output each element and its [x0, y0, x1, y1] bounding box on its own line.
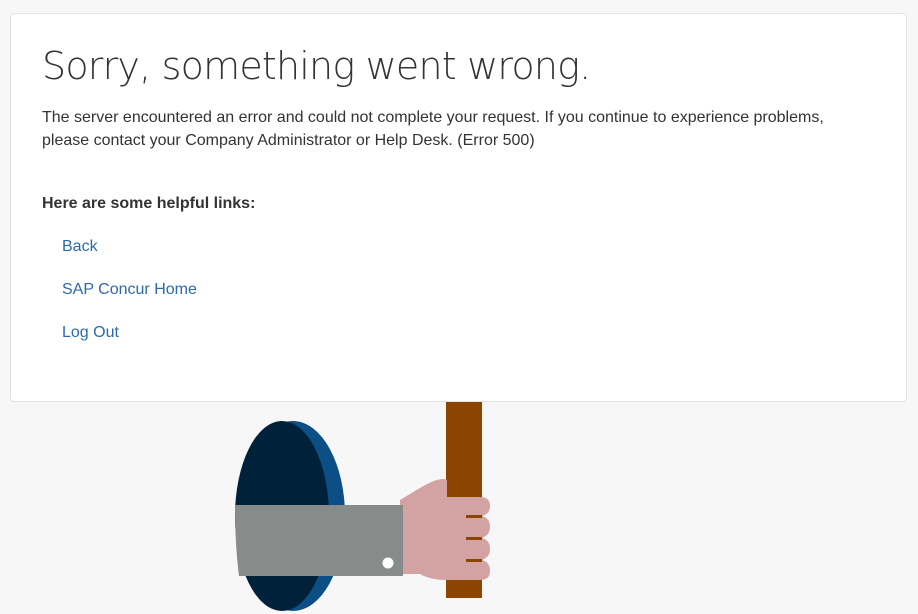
knuckle-line [466, 559, 482, 562]
portal-rim [241, 421, 345, 611]
hand [400, 479, 490, 580]
helpful-links-heading: Here are some helpful links: [42, 195, 256, 212]
sleeve [235, 505, 403, 576]
log-out-link[interactable]: Log Out [62, 322, 119, 344]
portal-hole [235, 421, 329, 611]
knuckle-line [466, 537, 482, 540]
error-message: The server encountered an error and coul… [42, 109, 824, 149]
knuckle-line [466, 515, 482, 518]
sap-concur-home-link[interactable]: SAP Concur Home [62, 279, 197, 301]
sign-stick [446, 395, 482, 598]
error-card: Sorry, something went wrong. The server … [10, 13, 907, 402]
error-title: Sorry, something went wrong. [42, 44, 591, 88]
cuff-button [382, 557, 394, 569]
back-link[interactable]: Back [62, 236, 98, 258]
